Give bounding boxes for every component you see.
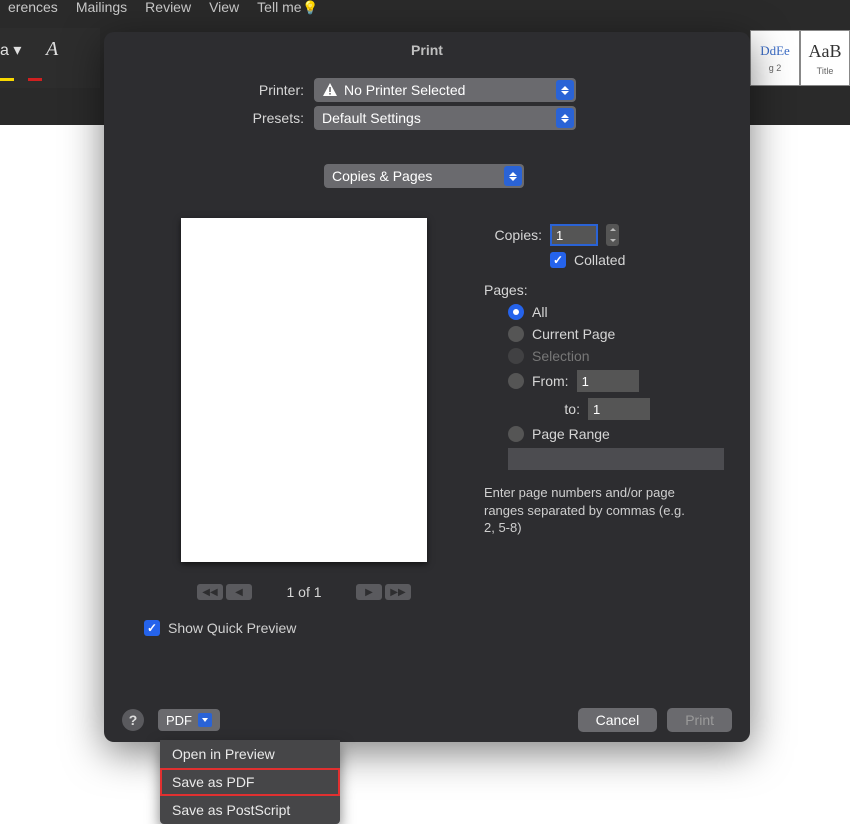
menu-open-in-preview[interactable]: Open in Preview bbox=[160, 740, 340, 768]
show-quick-preview-checkbox[interactable] bbox=[144, 620, 160, 636]
printer-label: Printer: bbox=[104, 82, 314, 98]
tab-mailings[interactable]: Mailings bbox=[76, 0, 127, 15]
style-label: g 2 bbox=[769, 63, 782, 73]
pages-range-radio[interactable] bbox=[508, 426, 524, 442]
style-sample: AaB bbox=[809, 41, 842, 62]
last-page-button[interactable]: ▶▶ bbox=[385, 584, 411, 600]
next-page-button[interactable]: ▶ bbox=[356, 584, 382, 600]
presets-value: Default Settings bbox=[322, 110, 421, 126]
style-label: Title bbox=[817, 66, 834, 76]
page-preview bbox=[181, 218, 427, 562]
tab-references[interactable]: erences bbox=[8, 0, 58, 15]
pages-range-input[interactable] bbox=[508, 448, 724, 470]
pages-all-label: All bbox=[532, 304, 548, 320]
pages-from-label: From: bbox=[532, 373, 569, 389]
pages-to-input[interactable] bbox=[588, 398, 650, 420]
style-gallery: DdEe g 2 AaB Title bbox=[750, 30, 850, 90]
copies-stepper[interactable] bbox=[606, 224, 619, 246]
style-sample: DdEe bbox=[760, 43, 790, 59]
first-page-button[interactable]: ◀◀ bbox=[197, 584, 223, 600]
pdf-menu: Open in Preview Save as PDF Save as Post… bbox=[160, 740, 340, 824]
pages-from-radio[interactable] bbox=[508, 373, 524, 389]
page-indicator: 1 of 1 bbox=[264, 584, 344, 600]
pages-all-radio[interactable] bbox=[508, 304, 524, 320]
pages-selection-radio bbox=[508, 348, 524, 364]
ribbon-tabs: erences Mailings Review View 💡 Tell me bbox=[0, 0, 310, 14]
print-dialog: Print Printer: No Printer Selected Prese… bbox=[104, 32, 750, 742]
presets-dropdown[interactable]: Default Settings bbox=[314, 106, 576, 130]
prev-page-button[interactable]: ◀ bbox=[226, 584, 252, 600]
pages-from-input[interactable] bbox=[577, 370, 639, 392]
font-color-swatch[interactable] bbox=[28, 78, 42, 81]
cancel-button[interactable]: Cancel bbox=[578, 708, 658, 732]
lightbulb-icon: 💡 bbox=[302, 0, 318, 16]
show-quick-preview-label: Show Quick Preview bbox=[168, 620, 296, 636]
menu-save-as-pdf[interactable]: Save as PDF bbox=[160, 768, 340, 796]
print-button[interactable]: Print bbox=[667, 708, 732, 732]
warning-icon bbox=[322, 82, 338, 98]
font-size-icon[interactable]: a ▾ bbox=[0, 40, 21, 60]
pages-range-hint: Enter page numbers and/or page ranges se… bbox=[484, 484, 694, 537]
pdf-label: PDF bbox=[166, 713, 192, 728]
collated-checkbox[interactable] bbox=[550, 252, 566, 268]
dropdown-arrows-icon bbox=[556, 108, 574, 128]
pages-to-label: to: bbox=[532, 401, 580, 417]
section-value: Copies & Pages bbox=[332, 168, 432, 184]
section-dropdown[interactable]: Copies & Pages bbox=[324, 164, 524, 188]
copies-label: Copies: bbox=[484, 227, 542, 243]
pages-range-label: Page Range bbox=[532, 426, 610, 442]
printer-value: No Printer Selected bbox=[344, 82, 465, 98]
dropdown-arrows-icon bbox=[556, 80, 574, 100]
font-tools: a ▾ A bbox=[0, 28, 100, 88]
tab-view[interactable]: View bbox=[209, 0, 239, 15]
style-tile-heading2[interactable]: DdEe g 2 bbox=[750, 30, 800, 86]
pages-selection-label: Selection bbox=[532, 348, 590, 364]
style-tile-title[interactable]: AaB Title bbox=[800, 30, 850, 86]
presets-label: Presets: bbox=[104, 110, 314, 126]
chevron-down-icon bbox=[198, 713, 212, 727]
dialog-title: Print bbox=[104, 32, 750, 74]
pages-header: Pages: bbox=[484, 282, 724, 298]
dropdown-arrows-icon bbox=[504, 166, 522, 186]
tab-tell-me[interactable]: Tell me bbox=[257, 0, 301, 15]
highlight-color-swatch[interactable] bbox=[0, 78, 14, 81]
collated-label: Collated bbox=[574, 252, 625, 268]
help-button[interactable]: ? bbox=[122, 709, 144, 731]
font-style-icon[interactable]: A bbox=[46, 38, 58, 61]
pdf-dropdown-button[interactable]: PDF bbox=[158, 709, 220, 731]
pages-current-label: Current Page bbox=[532, 326, 615, 342]
pages-current-radio[interactable] bbox=[508, 326, 524, 342]
tab-review[interactable]: Review bbox=[145, 0, 191, 15]
printer-dropdown[interactable]: No Printer Selected bbox=[314, 78, 576, 102]
copies-input[interactable] bbox=[550, 224, 598, 246]
